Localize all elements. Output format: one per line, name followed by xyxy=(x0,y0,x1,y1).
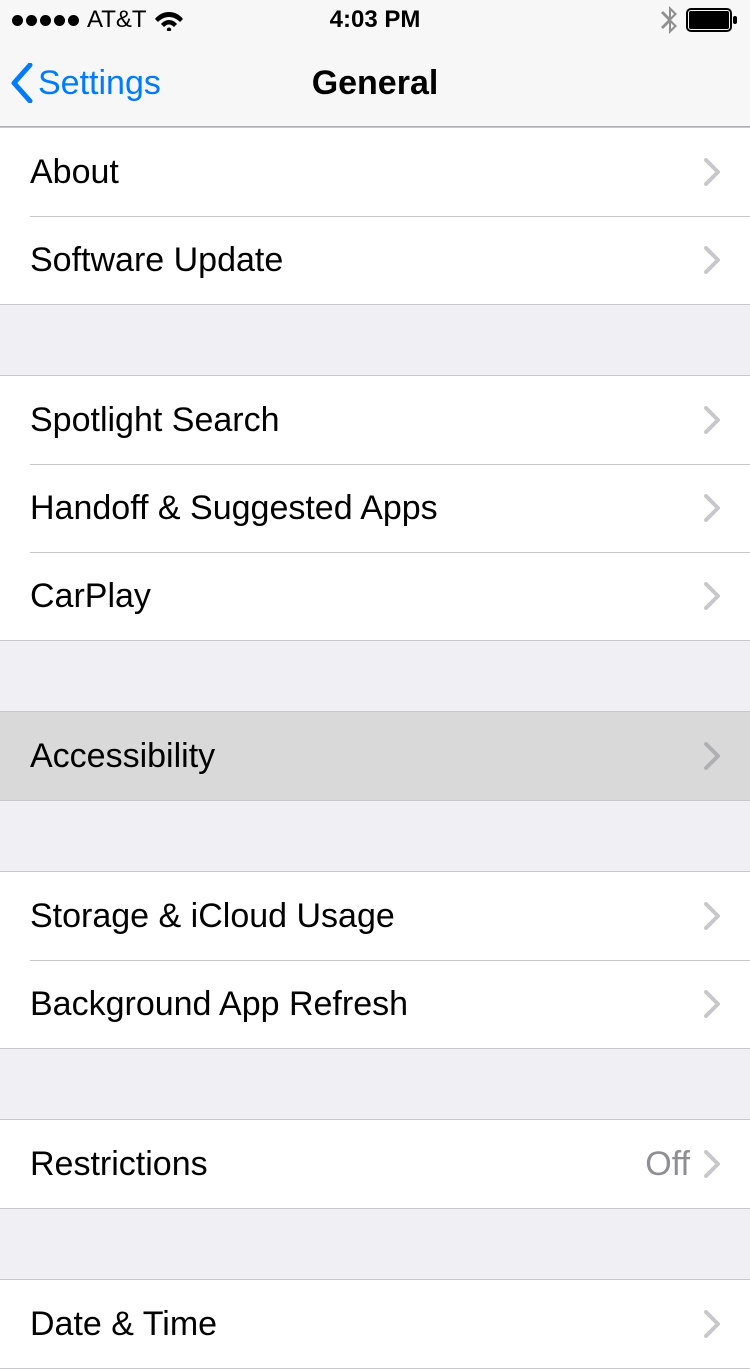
chevron-right-icon xyxy=(704,158,720,186)
signal-strength-icon xyxy=(12,15,79,26)
row-label: About xyxy=(30,153,704,192)
row-label: Spotlight Search xyxy=(30,401,704,440)
row-label: Accessibility xyxy=(30,737,704,776)
chevron-right-icon xyxy=(704,990,720,1018)
row-restrictions[interactable]: Restrictions Off xyxy=(0,1120,750,1208)
battery-icon xyxy=(686,8,738,32)
chevron-right-icon xyxy=(704,246,720,274)
chevron-right-icon xyxy=(704,902,720,930)
chevron-left-icon xyxy=(10,63,34,103)
row-label: Software Update xyxy=(30,241,704,280)
settings-group: About Software Update xyxy=(0,127,750,305)
content: About Software Update Spotlight Search H… xyxy=(0,127,750,1369)
back-label: Settings xyxy=(38,64,161,103)
chevron-right-icon xyxy=(704,1150,720,1178)
group-spacer xyxy=(0,801,750,871)
status-time: 4:03 PM xyxy=(330,6,421,34)
row-label: CarPlay xyxy=(30,577,704,616)
row-handoff-suggested-apps[interactable]: Handoff & Suggested Apps xyxy=(0,464,750,552)
row-label: Handoff & Suggested Apps xyxy=(30,489,704,528)
row-carplay[interactable]: CarPlay xyxy=(0,552,750,640)
settings-group: Restrictions Off xyxy=(0,1119,750,1209)
group-spacer xyxy=(0,1049,750,1119)
row-label: Storage & iCloud Usage xyxy=(30,897,704,936)
settings-group: Date & Time xyxy=(0,1279,750,1369)
status-right xyxy=(660,6,738,34)
row-accessibility[interactable]: Accessibility xyxy=(0,712,750,800)
carrier-label: AT&T xyxy=(87,6,147,34)
settings-group: Accessibility xyxy=(0,711,750,801)
navigation-bar: Settings General xyxy=(0,40,750,127)
row-label: Background App Refresh xyxy=(30,985,704,1024)
row-label: Date & Time xyxy=(30,1305,704,1344)
status-left: AT&T xyxy=(12,6,183,34)
row-spotlight-search[interactable]: Spotlight Search xyxy=(0,376,750,464)
row-label: Restrictions xyxy=(30,1145,645,1184)
settings-group: Spotlight Search Handoff & Suggested App… xyxy=(0,375,750,641)
group-spacer xyxy=(0,305,750,375)
bluetooth-icon xyxy=(660,6,678,34)
wifi-icon xyxy=(155,9,183,31)
row-storage-icloud-usage[interactable]: Storage & iCloud Usage xyxy=(0,872,750,960)
row-date-time[interactable]: Date & Time xyxy=(0,1280,750,1368)
page-title: General xyxy=(312,64,439,103)
row-about[interactable]: About xyxy=(0,128,750,216)
group-spacer xyxy=(0,1209,750,1279)
status-bar: AT&T 4:03 PM xyxy=(0,0,750,40)
chevron-right-icon xyxy=(704,406,720,434)
row-background-app-refresh[interactable]: Background App Refresh xyxy=(0,960,750,1048)
row-software-update[interactable]: Software Update xyxy=(0,216,750,304)
back-button[interactable]: Settings xyxy=(10,63,161,103)
chevron-right-icon xyxy=(704,742,720,770)
row-value: Off xyxy=(645,1145,690,1184)
settings-group: Storage & iCloud Usage Background App Re… xyxy=(0,871,750,1049)
group-spacer xyxy=(0,641,750,711)
chevron-right-icon xyxy=(704,582,720,610)
chevron-right-icon xyxy=(704,494,720,522)
